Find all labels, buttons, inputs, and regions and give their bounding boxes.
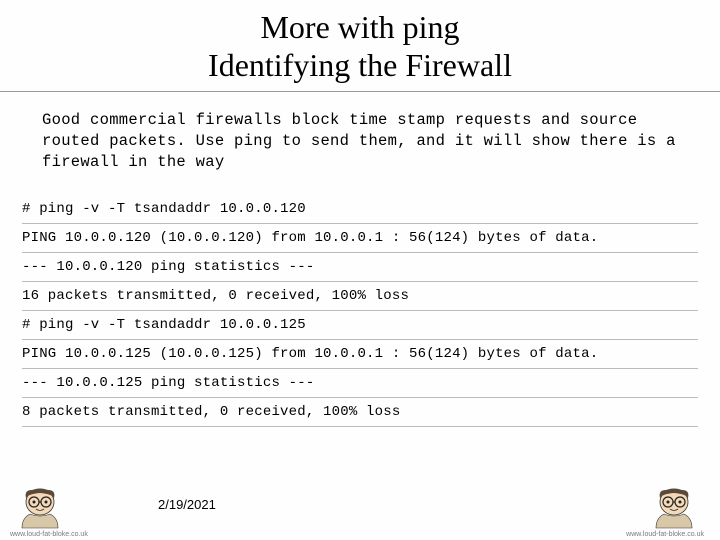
footer: www.loud-fat-bloke.co.uk 2/19/2021 www.l… bbox=[0, 480, 720, 540]
title-line-2: Identifying the Firewall bbox=[208, 47, 512, 83]
code-line: # ping -v -T tsandaddr 10.0.0.125 bbox=[22, 311, 698, 340]
code-line: 16 packets transmitted, 0 received, 100%… bbox=[22, 282, 698, 311]
code-line: PING 10.0.0.120 (10.0.0.120) from 10.0.0… bbox=[22, 224, 698, 253]
code-line: 8 packets transmitted, 0 received, 100% … bbox=[22, 398, 698, 427]
code-line: --- 10.0.0.120 ping statistics --- bbox=[22, 253, 698, 282]
code-block: # ping -v -T tsandaddr 10.0.0.120 PING 1… bbox=[0, 195, 720, 427]
credit-text: www.loud-fat-bloke.co.uk bbox=[626, 531, 704, 538]
intro-paragraph: Good commercial firewalls block time sta… bbox=[0, 92, 720, 195]
credit-text: www.loud-fat-bloke.co.uk bbox=[10, 531, 88, 538]
cartoon-icon bbox=[12, 482, 68, 530]
title-line-1: More with ping bbox=[260, 9, 459, 45]
cartoon-icon bbox=[646, 482, 702, 530]
code-line: --- 10.0.0.125 ping statistics --- bbox=[22, 369, 698, 398]
code-line: # ping -v -T tsandaddr 10.0.0.120 bbox=[22, 195, 698, 224]
code-line: PING 10.0.0.125 (10.0.0.125) from 10.0.0… bbox=[22, 340, 698, 369]
slide-title: More with ping Identifying the Firewall bbox=[0, 0, 720, 92]
slide-date: 2/19/2021 bbox=[158, 497, 216, 512]
